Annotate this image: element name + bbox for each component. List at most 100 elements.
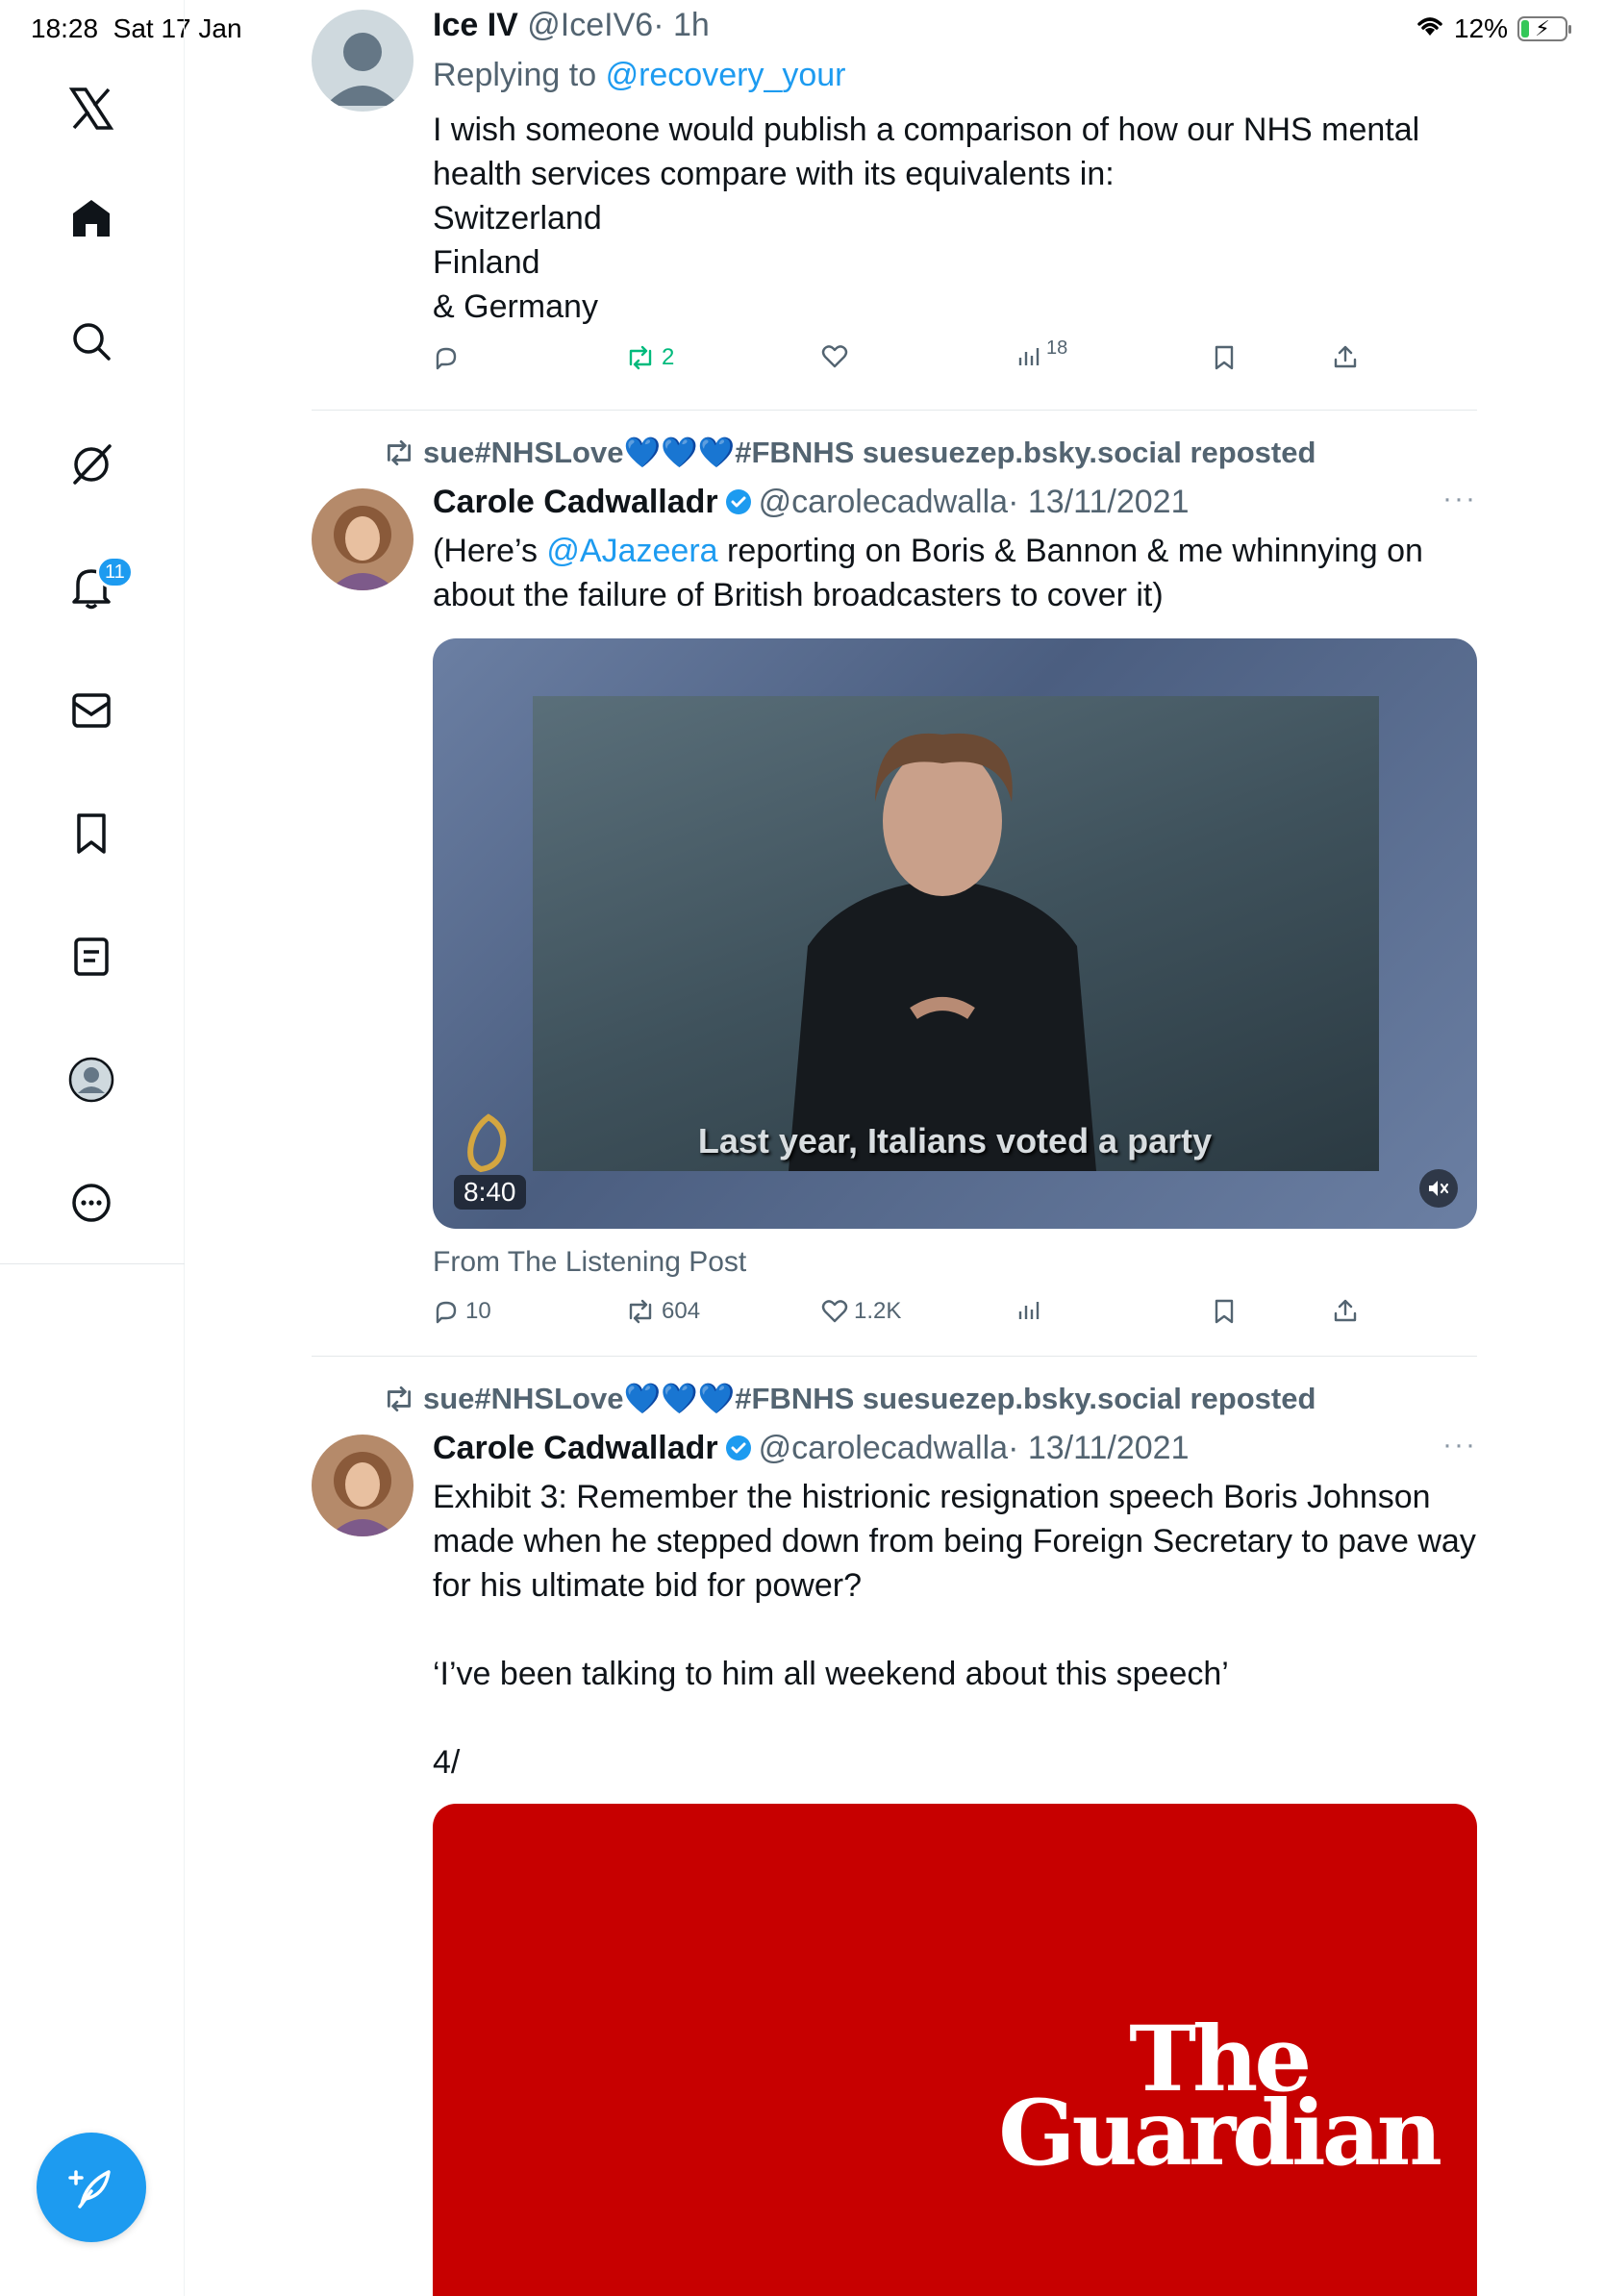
messages-envelope-icon[interactable] bbox=[63, 683, 119, 738]
tweet-divider bbox=[312, 410, 1477, 411]
author-handle[interactable]: @carolecadwalla bbox=[759, 1430, 1008, 1466]
search-icon[interactable] bbox=[63, 313, 119, 369]
speaker-muted-icon bbox=[1429, 1181, 1449, 1196]
guardian-logo-line2: Guardian bbox=[998, 2081, 1442, 2187]
repost-button[interactable]: 2 bbox=[625, 344, 674, 371]
author-handle[interactable]: @IceIV6 bbox=[527, 7, 653, 43]
views-chart-icon bbox=[1018, 1302, 1040, 1319]
reposted-by-text: sue#NHSLove💙💙💙#FBNHS suesuezep.bsky.soci… bbox=[423, 436, 1316, 469]
reply-icon bbox=[436, 1301, 457, 1324]
views-chart-icon bbox=[1018, 348, 1040, 365]
x-logo-icon[interactable] bbox=[63, 81, 119, 137]
like-count: 1.2K bbox=[854, 1298, 902, 1324]
mention-link[interactable]: @AJazeera bbox=[546, 533, 717, 569]
repost-icon bbox=[387, 439, 412, 465]
more-options-dots-icon[interactable]: ··· bbox=[1442, 483, 1477, 515]
tweet-text-line: Switzerland bbox=[433, 200, 602, 237]
like-button[interactable]: 1.2K bbox=[821, 1298, 901, 1325]
tweet-text-line: I wish someone would publish a compariso… bbox=[433, 112, 1420, 148]
replying-to-label: Replying to bbox=[433, 57, 597, 93]
wifi-icon bbox=[1416, 13, 1444, 44]
avatar-carole-cadwalladr[interactable] bbox=[312, 488, 414, 590]
replying-to-link[interactable]: @recovery_your bbox=[606, 57, 846, 93]
views-button[interactable] bbox=[1017, 1298, 1040, 1321]
action-bar: 2 18 bbox=[433, 337, 1358, 383]
tweet-text-line: for his ultimate bid for power? bbox=[433, 1567, 862, 1604]
tweet-text-line: health services compare with its equival… bbox=[433, 156, 1115, 192]
tweet-header: Ice IV @IceIV6· 1h bbox=[433, 6, 710, 44]
home-icon[interactable] bbox=[63, 190, 119, 246]
tweet-divider bbox=[312, 1356, 1477, 1357]
text-segment: reporting on Boris & Bannon & me whinnyi… bbox=[717, 533, 1423, 569]
video-duration: 8:40 bbox=[454, 1175, 526, 1210]
author-name[interactable]: Ice IV bbox=[433, 7, 518, 43]
tweet-header: Carole Cadwalladr @carolecadwalla· 13/11/… bbox=[433, 1429, 1190, 1471]
video-caption[interactable]: From The Listening Post bbox=[433, 1246, 746, 1279]
heart-icon bbox=[821, 345, 848, 368]
share-button[interactable] bbox=[1333, 1298, 1358, 1323]
bookmark-icon bbox=[1215, 1299, 1234, 1324]
sidebar-divider bbox=[0, 1263, 185, 1264]
repost-icon bbox=[629, 345, 652, 370]
tweet-text: (Here’s @AJazeera reporting on Boris & B… bbox=[433, 529, 1423, 617]
video-player[interactable]: Last year, Italians voted a party 8:40 bbox=[433, 638, 1477, 1229]
avatar-carole-cadwalladr[interactable] bbox=[312, 1435, 414, 1536]
tweet-text-line: about the failure of British broadcaster… bbox=[433, 577, 1164, 613]
bookmark-icon bbox=[1215, 345, 1234, 370]
repost-count: 604 bbox=[662, 1298, 701, 1324]
tweet-text-line: Exhibit 3: Remember the histrionic resig… bbox=[433, 1479, 1431, 1515]
lists-icon[interactable] bbox=[63, 929, 119, 985]
tweet-text-line: made when he stepped down from being For… bbox=[433, 1523, 1476, 1560]
notification-count-badge: 11 bbox=[96, 556, 134, 588]
reply-button[interactable] bbox=[433, 344, 460, 371]
post-time: · 13/11/2021 bbox=[1008, 484, 1190, 520]
text-segment: (Here’s bbox=[433, 533, 547, 569]
verified-badge-icon bbox=[724, 1433, 753, 1471]
share-button[interactable] bbox=[1333, 344, 1358, 369]
reply-icon bbox=[436, 347, 457, 370]
like-button[interactable] bbox=[821, 344, 848, 369]
bookmark-button[interactable] bbox=[1214, 344, 1235, 371]
views-button[interactable]: 18 bbox=[1017, 337, 1067, 367]
repost-count: 2 bbox=[662, 344, 675, 370]
link-card-guardian[interactable]: The Guardian bbox=[433, 1804, 1477, 2296]
battery-percent: 12% bbox=[1453, 13, 1508, 43]
grok-icon[interactable] bbox=[63, 437, 119, 492]
video-speaker-figure bbox=[789, 733, 1096, 1171]
tweet-text-line: Finland bbox=[433, 244, 540, 281]
bookmarks-icon[interactable] bbox=[63, 806, 119, 861]
author-name[interactable]: Carole Cadwalladr bbox=[433, 1430, 718, 1466]
tweet-text-line: & Germany bbox=[433, 288, 598, 325]
share-icon bbox=[1334, 345, 1357, 368]
profile-avatar-icon[interactable] bbox=[63, 1052, 119, 1108]
compose-post-button[interactable] bbox=[37, 2133, 146, 2242]
guardian-logo: The Guardian bbox=[998, 2014, 1442, 2187]
video-subtitle: Last year, Italians voted a party bbox=[697, 1121, 1213, 1160]
action-bar: 10 604 1.2K bbox=[433, 1298, 1358, 1336]
verified-badge-icon bbox=[724, 487, 753, 525]
tweet-text: Exhibit 3: Remember the histrionic resig… bbox=[433, 1475, 1476, 1784]
tweet-text-line: 4/ bbox=[433, 1744, 461, 1781]
reposted-by-line[interactable]: sue#NHSLove💙💙💙#FBNHS suesuezep.bsky.soci… bbox=[383, 435, 1316, 470]
feather-plus-icon bbox=[68, 2170, 111, 2209]
status-bar-right: 12% ⚡ bbox=[1416, 13, 1571, 44]
reposted-by-line[interactable]: sue#NHSLove💙💙💙#FBNHS suesuezep.bsky.soci… bbox=[383, 1381, 1316, 1416]
tweet-text: I wish someone would publish a compariso… bbox=[433, 108, 1419, 329]
author-handle[interactable]: @carolecadwalla bbox=[759, 484, 1008, 520]
repost-button[interactable]: 604 bbox=[625, 1298, 700, 1325]
tweet-text-line: (Here’s @AJazeera reporting on Boris & B… bbox=[433, 529, 1423, 573]
reply-button[interactable]: 10 bbox=[433, 1298, 491, 1325]
more-options-dots-icon[interactable]: ··· bbox=[1442, 1429, 1477, 1461]
reposted-by-text: sue#NHSLove💙💙💙#FBNHS suesuezep.bsky.soci… bbox=[423, 1382, 1316, 1415]
tweet-text-line: ‘I’ve been talking to him all weekend ab… bbox=[433, 1656, 1229, 1692]
sidebar: 11 bbox=[0, 0, 185, 2296]
bookmark-button[interactable] bbox=[1214, 1298, 1235, 1325]
more-options-icon[interactable] bbox=[63, 1175, 119, 1231]
replying-to-line: Replying to @recovery_your bbox=[433, 56, 846, 94]
mute-button[interactable] bbox=[1419, 1169, 1458, 1208]
view-count: 18 bbox=[1046, 337, 1068, 359]
author-name[interactable]: Carole Cadwalladr bbox=[433, 484, 718, 520]
avatar-default[interactable] bbox=[312, 10, 414, 112]
